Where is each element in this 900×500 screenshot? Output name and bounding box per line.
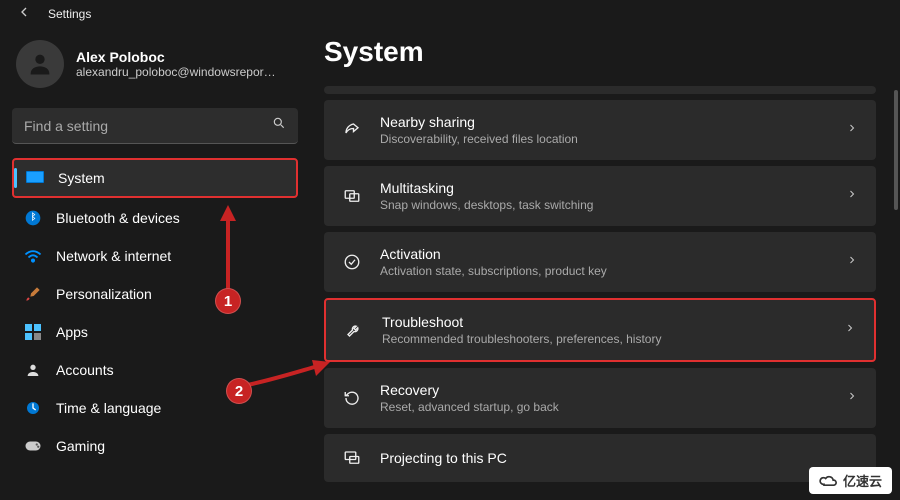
- card-projecting[interactable]: Projecting to this PC: [324, 434, 876, 482]
- sidebar-item-label: System: [58, 170, 105, 186]
- avatar: [16, 40, 64, 88]
- sidebar-item-time-language[interactable]: Time & language: [12, 390, 298, 426]
- user-email: alexandru_poloboc@windowsreport...: [76, 65, 276, 79]
- watermark: 亿速云: [809, 467, 892, 494]
- search-icon: [272, 116, 286, 135]
- multitask-icon: [342, 186, 362, 206]
- card-title: Activation: [380, 246, 828, 262]
- scrollbar[interactable]: [894, 90, 898, 210]
- sidebar: Alex Poloboc alexandru_poloboc@windowsre…: [0, 24, 310, 500]
- sidebar-item-label: Apps: [56, 324, 88, 340]
- sidebar-item-system[interactable]: System: [12, 158, 298, 198]
- globe-clock-icon: [24, 399, 42, 417]
- sidebar-item-label: Personalization: [56, 286, 152, 302]
- wrench-icon: [344, 320, 364, 340]
- card-title: Troubleshoot: [382, 314, 826, 330]
- card-subtitle: Activation state, subscriptions, product…: [380, 264, 828, 278]
- recovery-icon: [342, 388, 362, 408]
- back-icon[interactable]: [16, 4, 32, 25]
- brush-icon: [24, 285, 42, 303]
- page-title: System: [324, 36, 876, 68]
- sidebar-item-personalization[interactable]: Personalization: [12, 276, 298, 312]
- sidebar-item-label: Accounts: [56, 362, 114, 378]
- bluetooth-icon: [24, 209, 42, 227]
- card-title: Projecting to this PC: [380, 450, 858, 466]
- person-icon: [24, 361, 42, 379]
- card-troubleshoot[interactable]: Troubleshoot Recommended troubleshooters…: [324, 298, 876, 362]
- user-block[interactable]: Alex Poloboc alexandru_poloboc@windowsre…: [12, 34, 298, 104]
- card-nearby-sharing[interactable]: Nearby sharing Discoverability, received…: [324, 100, 876, 160]
- gamepad-icon: [24, 437, 42, 455]
- sidebar-item-apps[interactable]: Apps: [12, 314, 298, 350]
- chevron-right-icon: [846, 253, 858, 271]
- card-multitasking[interactable]: Multitasking Snap windows, desktops, tas…: [324, 166, 876, 226]
- card-subtitle: Discoverability, received files location: [380, 132, 828, 146]
- chevron-right-icon: [846, 187, 858, 205]
- card-recovery[interactable]: Recovery Reset, advanced startup, go bac…: [324, 368, 876, 428]
- display-icon: [26, 169, 44, 187]
- chevron-right-icon: [846, 389, 858, 407]
- sidebar-item-label: Bluetooth & devices: [56, 210, 180, 226]
- chevron-right-icon: [844, 321, 856, 339]
- check-circle-icon: [342, 252, 362, 272]
- header-title: Settings: [48, 7, 91, 21]
- sidebar-item-label: Gaming: [56, 438, 105, 454]
- project-icon: [342, 448, 362, 468]
- search-box[interactable]: [12, 108, 298, 144]
- card-subtitle: Recommended troubleshooters, preferences…: [382, 332, 826, 346]
- sidebar-item-accounts[interactable]: Accounts: [12, 352, 298, 388]
- chevron-right-icon: [846, 121, 858, 139]
- card-strip: [324, 86, 876, 94]
- card-title: Nearby sharing: [380, 114, 828, 130]
- card-title: Recovery: [380, 382, 828, 398]
- card-title: Multitasking: [380, 180, 828, 196]
- search-input[interactable]: [24, 118, 272, 134]
- user-name: Alex Poloboc: [76, 49, 276, 65]
- sidebar-item-gaming[interactable]: Gaming: [12, 428, 298, 464]
- sidebar-item-label: Time & language: [56, 400, 161, 416]
- apps-icon: [24, 323, 42, 341]
- share-icon: [342, 120, 362, 140]
- card-subtitle: Snap windows, desktops, task switching: [380, 198, 828, 212]
- card-activation[interactable]: Activation Activation state, subscriptio…: [324, 232, 876, 292]
- sidebar-item-bluetooth[interactable]: Bluetooth & devices: [12, 200, 298, 236]
- card-subtitle: Reset, advanced startup, go back: [380, 400, 828, 414]
- sidebar-item-network[interactable]: Network & internet: [12, 238, 298, 274]
- wifi-icon: [24, 247, 42, 265]
- sidebar-item-label: Network & internet: [56, 248, 171, 264]
- main-content: System Nearby sharing Discoverability, r…: [310, 24, 900, 500]
